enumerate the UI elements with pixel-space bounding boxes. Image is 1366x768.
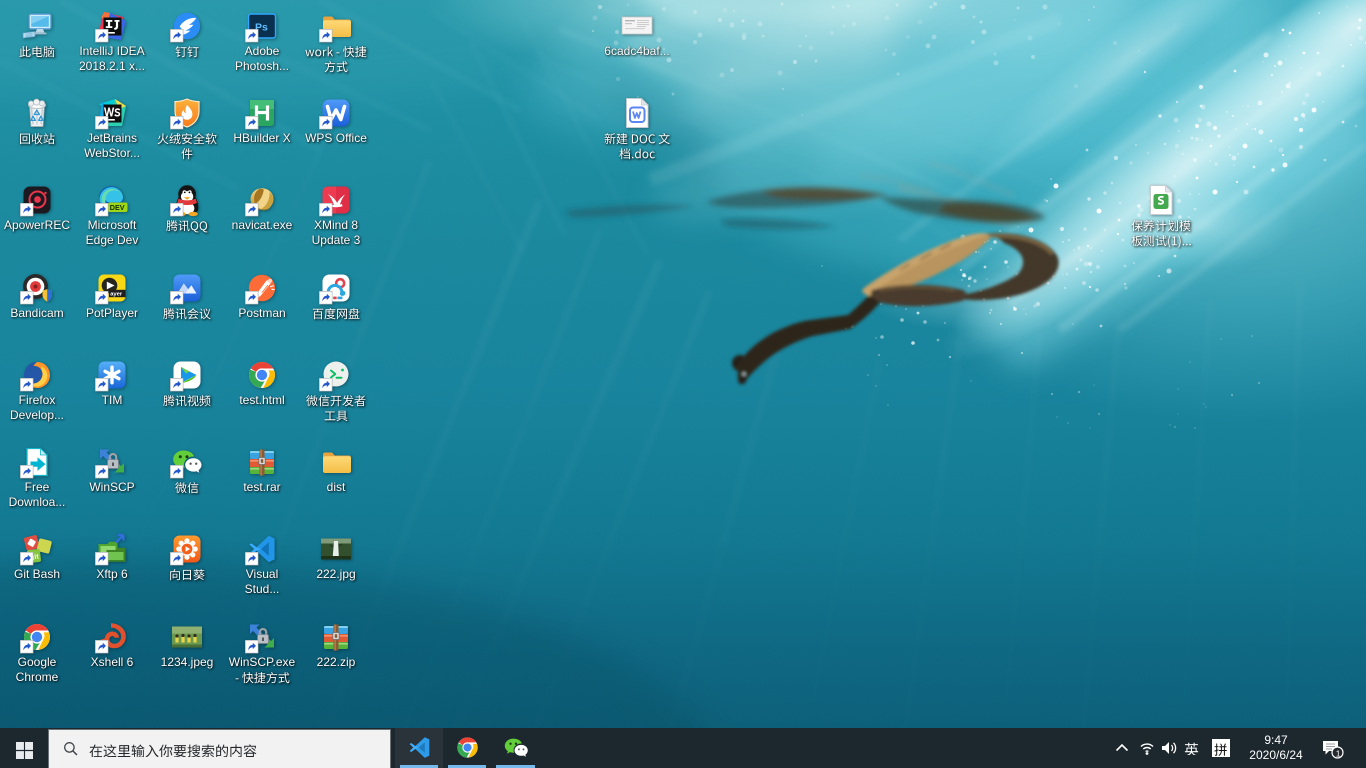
svg-text:ayer: ayer xyxy=(110,292,123,298)
svg-text:1: 1 xyxy=(1336,748,1341,758)
svg-text:DEV: DEV xyxy=(110,203,125,212)
